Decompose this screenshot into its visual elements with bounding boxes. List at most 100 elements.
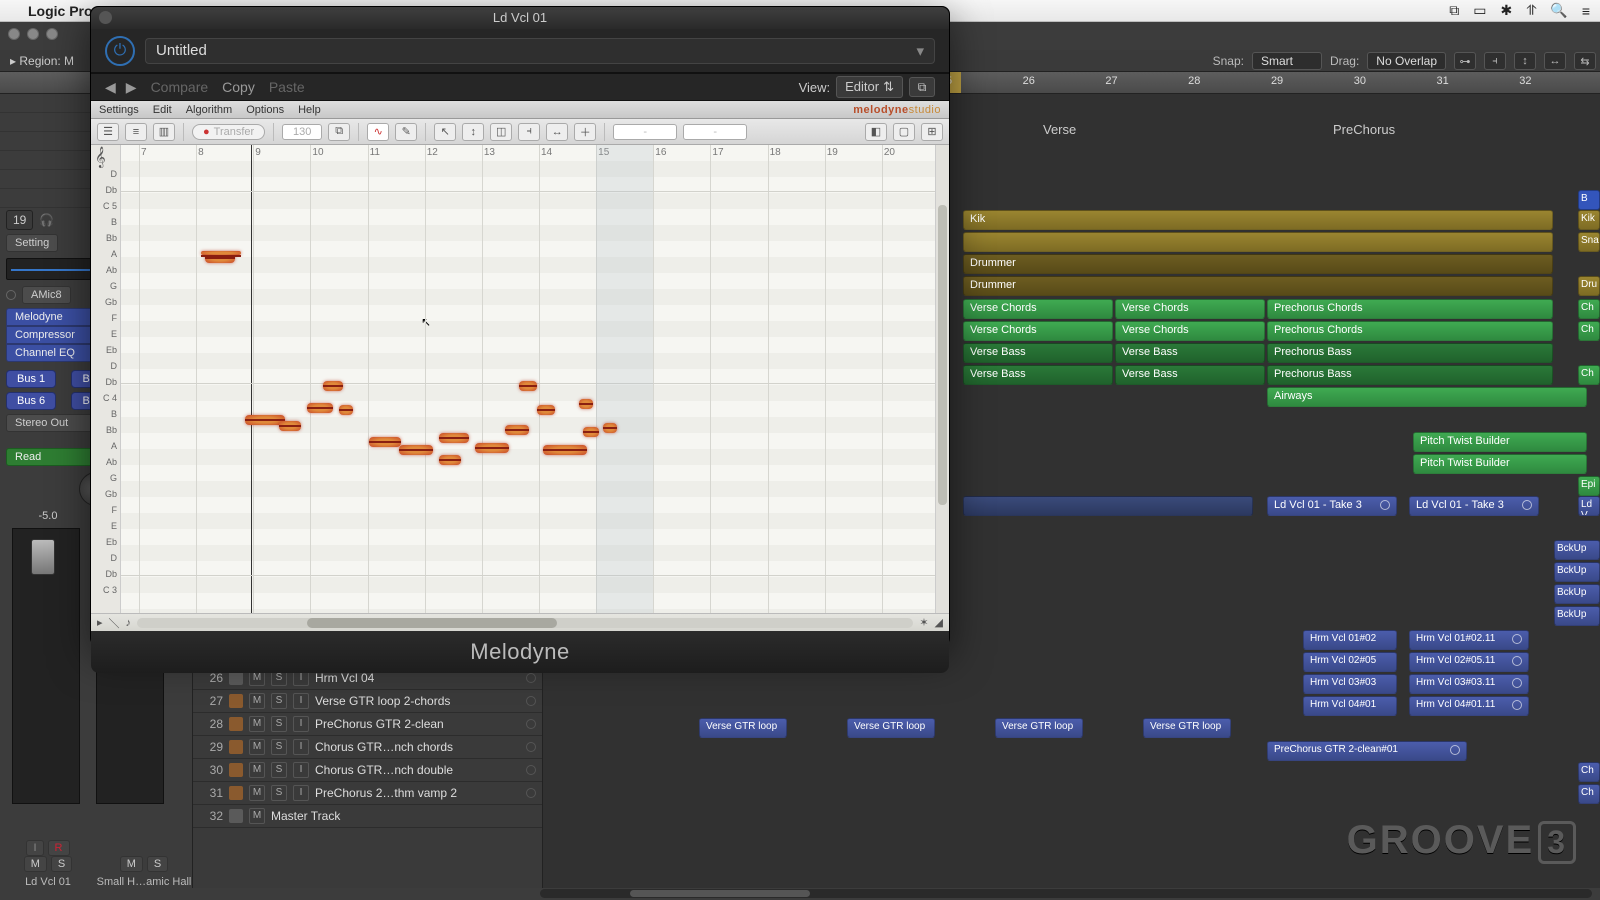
clip-drummer-a[interactable]: Drummer [963,254,1553,274]
prev-preset-icon[interactable]: ◀ [105,79,116,96]
send-bus-1[interactable]: Bus 1 [6,370,56,388]
link-button-icon[interactable]: ⧉ [909,77,935,97]
clip-edge-bckup[interactable]: BckUp [1554,540,1600,560]
clip-pitch-twist-builder[interactable]: Pitch Twist Builder [1413,454,1587,474]
input-button[interactable]: I [293,785,309,801]
fader-cap-left[interactable] [31,539,55,575]
input-select[interactable]: AMic8 [22,286,71,304]
copy-button[interactable]: Copy [222,79,255,95]
input-button[interactable]: I [293,762,309,778]
mute-button[interactable]: M [249,739,265,755]
mute-button[interactable]: M [249,785,265,801]
display-icon[interactable]: ▭ [1473,2,1486,19]
send-bus-6[interactable]: Bus 6 [6,392,56,410]
list-icon[interactable]: ≡ [1582,3,1590,19]
track-view-icon[interactable]: ◧ [865,123,887,141]
clip-kik[interactable]: Kik [963,210,1553,230]
input-button[interactable]: I [293,716,309,732]
headphone-icon[interactable]: 🎧 [39,213,54,227]
view-bars-icon[interactable]: ▥ [153,123,175,141]
solo-button[interactable]: S [271,785,287,801]
view-levels-icon[interactable]: ≡ [125,123,147,141]
mel-menu-edit[interactable]: Edit [153,104,172,116]
add-tool-icon[interactable]: ＋ [574,123,596,141]
clip-hrm1[interactable]: Hrm Vcl 01#02 [1303,630,1397,650]
clip-verse-chords[interactable]: Verse Chords [1115,299,1265,319]
clip-edge-sna[interactable]: Sna [1578,232,1600,252]
freeze-icon[interactable] [526,765,536,775]
arrange-h-scrollbar[interactable] [540,889,1592,898]
playhead[interactable] [251,145,252,613]
note-grid[interactable]: ↖ 789101112131415161718192021 [121,145,935,613]
clip-edge-ch[interactable]: Ch [1578,365,1600,385]
track-icon[interactable] [229,809,243,823]
freeze-icon[interactable] [526,719,536,729]
power-button-icon[interactable]: ⏻ [105,36,135,66]
clip-hrm2b[interactable]: Hrm Vcl 02#05.11 [1409,652,1529,672]
input-button[interactable]: I [293,739,309,755]
move-tool-icon[interactable]: ↕ [462,123,484,141]
clip-pitch-twist-builder[interactable]: Pitch Twist Builder [1413,432,1587,452]
value-field-2[interactable]: - [683,124,747,140]
setting-button[interactable]: Setting [6,234,58,252]
preset-select[interactable]: Untitled▾ [145,38,935,64]
fader-track-left[interactable] [12,528,80,804]
clip-drummer-b[interactable]: Drummer [963,276,1553,296]
track-row[interactable]: 27MSIVerse GTR loop 2-chords [193,690,542,713]
clip-edge-ch[interactable]: Ch [1578,784,1600,804]
mod-tool-icon[interactable]: ✎ [395,123,417,141]
tempo-field[interactable]: 130 [282,124,322,140]
clip-edge-epi[interactable]: Epi [1578,476,1600,496]
clip-prechorus-bass[interactable]: Prechorus Bass [1267,343,1553,363]
timing-tool-icon[interactable]: ↔ [546,123,568,141]
mute-button[interactable]: M [249,808,265,824]
clip-edge-bckup[interactable]: BckUp [1554,562,1600,582]
track-row[interactable]: 29MSIChorus GTR…nch chords [193,736,542,759]
spotlight-icon[interactable]: 🔍 [1550,2,1567,19]
mel-menu-options[interactable]: Options [246,104,284,116]
clip-hrm2[interactable]: Hrm Vcl 02#05 [1303,652,1397,672]
clip-edge-kik[interactable]: Kik [1578,210,1600,230]
wifi-icon[interactable]: ⥣ [1526,2,1536,19]
window-traffic-lights[interactable] [8,28,58,40]
pitch-tool-icon[interactable]: ∿ [367,123,389,141]
crossfade-tool-icon[interactable]: ⊶ [1454,52,1476,70]
clip-verse-bass[interactable]: Verse Bass [1115,365,1265,385]
track-row[interactable]: 31MSIPreChorus 2…thm vamp 2 [193,782,542,805]
pitch-axis[interactable]: 𝄞 DDbC 5BBbAAbGGbFEEbDDbC 4BBbAAbGGbFEEb… [91,145,121,613]
track-icon[interactable] [229,786,243,800]
clip-verse-chords[interactable]: Verse Chords [1115,321,1265,341]
clip-prechorus-chords[interactable]: Prechorus Chords [1267,299,1553,319]
marker-number[interactable]: 19 [6,210,33,230]
grid-options-icon[interactable]: ⊞ [921,123,943,141]
clip-edge-ch[interactable]: Ch [1578,762,1600,782]
clip-edge-b[interactable]: B [1578,190,1600,210]
clip-snare-empty[interactable] [963,232,1553,252]
track-icon[interactable] [229,717,243,731]
clip-verse-bass[interactable]: Verse Bass [963,365,1113,385]
clip-hrm4b[interactable]: Hrm Vcl 04#01.11 [1409,696,1529,716]
resize-handle-icon[interactable]: ◢ [935,616,943,629]
section-marker-verse[interactable]: Verse [1043,122,1076,137]
clip-hrm3[interactable]: Hrm Vcl 03#03 [1303,674,1397,694]
track-row[interactable]: 30MSIChorus GTR…nch double [193,759,542,782]
view-list-icon[interactable]: ☰ [97,123,119,141]
amplitude-tool-icon[interactable]: ◫ [490,123,512,141]
solo-button-right[interactable]: S [147,856,168,872]
section-marker-prechorus[interactable]: PreChorus [1333,122,1395,137]
clip-gtr-loop[interactable]: Verse GTR loop [847,718,935,738]
clip-gtr-loop[interactable]: Verse GTR loop [699,718,787,738]
clip-ldvcl-take3[interactable]: Ld Vcl 01 - Take 3 [1409,496,1539,516]
split-tool-icon[interactable]: ⫞ [518,123,540,141]
record-enable-r[interactable]: R [48,840,70,856]
solo-button-left[interactable]: S [51,856,72,872]
freeze-icon[interactable] [526,788,536,798]
mute-button[interactable]: M [249,762,265,778]
clip-prechorus-chords[interactable]: Prechorus Chords [1267,321,1553,341]
clip-hrm4[interactable]: Hrm Vcl 04#01 [1303,696,1397,716]
note-icon[interactable]: ♪ [126,617,132,629]
input-enable-icon[interactable] [6,290,16,300]
input-monitor-i[interactable]: I [26,840,43,856]
track-icon[interactable] [229,740,243,754]
clip-verse-bass[interactable]: Verse Bass [1115,343,1265,363]
